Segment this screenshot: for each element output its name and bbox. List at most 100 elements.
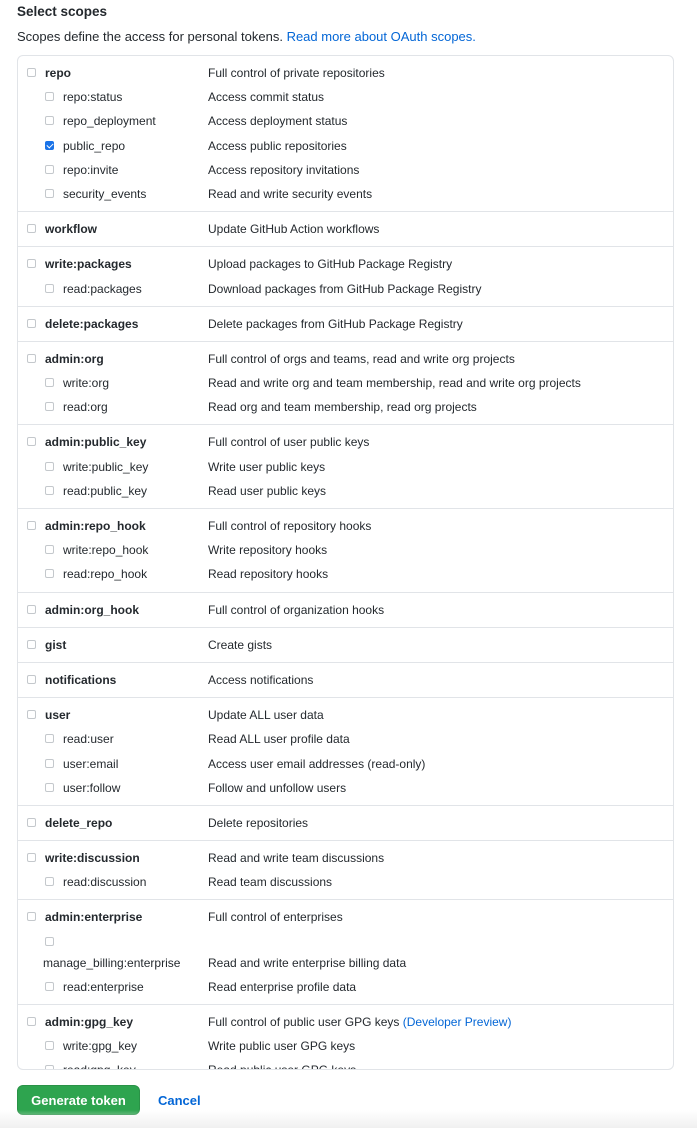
scope-name[interactable]: admin:gpg_key (45, 1015, 133, 1029)
scope-description-text: Full control of enterprises (208, 910, 343, 925)
scope-name[interactable]: user:email (63, 757, 118, 771)
scope-name[interactable]: admin:org (45, 352, 104, 366)
scope-group-admin-org: admin:org Full control of orgs and teams,… (18, 342, 673, 426)
scope-checkbox[interactable] (45, 545, 54, 555)
scope-checkbox[interactable] (27, 817, 36, 827)
scope-name[interactable]: delete:packages (45, 317, 138, 331)
scope-description: Full control of organization hooks (208, 603, 384, 617)
scope-checkbox[interactable] (45, 140, 54, 150)
scope-checkbox[interactable] (45, 461, 54, 471)
scope-checkbox[interactable] (27, 1016, 36, 1026)
scope-checkbox[interactable] (45, 1065, 54, 1069)
scope-checkbox[interactable] (45, 485, 54, 495)
scope-description-text: Read public user GPG keys (208, 1063, 356, 1069)
scope-description-text: Delete packages from GitHub Package Regi… (208, 316, 463, 331)
scope-checkbox[interactable] (45, 402, 54, 412)
scope-name[interactable]: admin:enterprise (45, 910, 142, 924)
scope-checkbox[interactable] (45, 283, 54, 293)
scope-row-child: read:enterprise Read enterprise profile d… (18, 975, 673, 999)
scope-name[interactable]: repo (45, 66, 71, 80)
scope-name[interactable]: admin:org_hook (45, 603, 139, 617)
scope-row-child: user:follow Follow and unfollow users (18, 776, 673, 800)
scope-description: Read user public keys (208, 484, 326, 498)
scope-description-text: Delete repositories (208, 815, 309, 830)
scope-name[interactable]: read:org (63, 400, 108, 414)
scope-checkbox[interactable] (27, 68, 36, 77)
scope-checkbox[interactable] (45, 758, 54, 768)
scope-checkbox[interactable] (27, 710, 36, 720)
scope-name[interactable]: repo_deployment (63, 114, 156, 128)
scope-description-text: Read and write security events (208, 186, 373, 201)
scope-name[interactable]: repo:invite (63, 163, 118, 177)
scope-name[interactable]: read:gpg_key (63, 1063, 136, 1069)
scope-name[interactable]: manage_billing:enterprise (43, 956, 180, 970)
scope-name[interactable]: notifications (45, 673, 116, 687)
scope-checkbox[interactable] (27, 521, 36, 530)
scope-name[interactable]: user:follow (63, 781, 120, 795)
scope-group-admin-public-key: admin:public_key Full control of user pub… (18, 425, 673, 509)
scope-checkbox[interactable] (27, 604, 36, 614)
scope-description-text: Full control of private repositories (208, 66, 385, 80)
scope-checkbox[interactable] (45, 936, 54, 946)
scope-checkbox[interactable] (27, 318, 36, 328)
scope-name[interactable]: admin:repo_hook (45, 519, 146, 533)
scope-description: Read enterprise profile data (208, 980, 356, 994)
scope-description: Create gists (208, 638, 272, 652)
scope-checkbox[interactable] (27, 674, 36, 684)
scope-description: Full control of orgs and teams, read and… (208, 352, 515, 366)
scope-name[interactable]: workflow (45, 222, 97, 236)
scope-checkbox[interactable] (27, 912, 36, 922)
scope-checkbox[interactable] (45, 1041, 54, 1050)
scope-checkbox[interactable] (27, 224, 36, 234)
scope-checkbox[interactable] (45, 92, 54, 102)
scope-name[interactable]: delete_repo (45, 816, 112, 830)
oauth-scopes-link[interactable]: Read more about OAuth scopes. (287, 29, 476, 44)
scope-name[interactable]: user (45, 708, 70, 722)
scope-checkbox[interactable] (45, 188, 54, 198)
scope-description: Read repository hooks (208, 567, 328, 581)
developer-preview-link[interactable]: (Developer Preview) (403, 1015, 512, 1029)
scope-checkbox[interactable] (27, 437, 36, 447)
scope-name[interactable]: write:public_key (63, 460, 148, 474)
scope-description-text: Follow and unfollow users (208, 780, 347, 795)
scope-name[interactable]: gist (45, 638, 66, 652)
scope-description-text: Write public user GPG keys (208, 1039, 356, 1053)
scope-name[interactable]: read:enterprise (63, 980, 144, 994)
scope-checkbox[interactable] (45, 782, 54, 792)
scope-group-admin-repo-hook: admin:repo_hook Full control of repositor… (18, 509, 673, 593)
scope-name[interactable]: write:org (63, 376, 109, 390)
scope-name[interactable]: security_events (63, 187, 146, 201)
bottom-fade (0, 1110, 697, 1128)
scope-checkbox[interactable] (27, 259, 36, 269)
scope-checkbox[interactable] (45, 378, 54, 388)
scope-description: Write user public keys (208, 460, 325, 474)
scope-checkbox[interactable] (45, 981, 54, 991)
scope-name[interactable]: write:gpg_key (63, 1039, 137, 1053)
scope-row-parent: user Update ALL user data (18, 703, 673, 727)
scope-name[interactable]: write:repo_hook (63, 543, 148, 557)
scope-checkbox[interactable] (45, 116, 54, 126)
scope-description: Read and write org and team membership, … (208, 376, 581, 390)
scope-name[interactable]: read:repo_hook (63, 567, 147, 581)
scope-checkbox[interactable] (45, 734, 54, 744)
scope-checkbox[interactable] (45, 164, 54, 174)
scope-name[interactable]: read:discussion (63, 875, 146, 889)
scope-checkbox[interactable] (27, 853, 36, 863)
scope-checkbox[interactable] (27, 353, 36, 363)
scope-name[interactable]: public_repo (63, 139, 125, 153)
scope-description: Update ALL user data (208, 708, 324, 722)
scope-row-child: read:discussion Read team discussions (18, 870, 673, 894)
scope-row-parent: gist Create gists (18, 633, 673, 657)
cancel-button[interactable]: Cancel (158, 1093, 201, 1108)
scope-name[interactable]: read:packages (63, 282, 142, 296)
scope-name[interactable]: admin:public_key (45, 435, 146, 449)
scope-name[interactable]: read:public_key (63, 484, 147, 498)
scope-name[interactable]: read:user (63, 732, 114, 746)
scope-checkbox[interactable] (45, 569, 54, 579)
scope-row-parent: write:packages Upload packages to GitHub … (18, 252, 673, 276)
scope-name[interactable]: repo:status (63, 90, 122, 104)
scope-name[interactable]: write:packages (45, 257, 132, 271)
scope-checkbox[interactable] (45, 877, 54, 887)
scope-checkbox[interactable] (27, 639, 36, 649)
scope-name[interactable]: write:discussion (45, 851, 140, 865)
